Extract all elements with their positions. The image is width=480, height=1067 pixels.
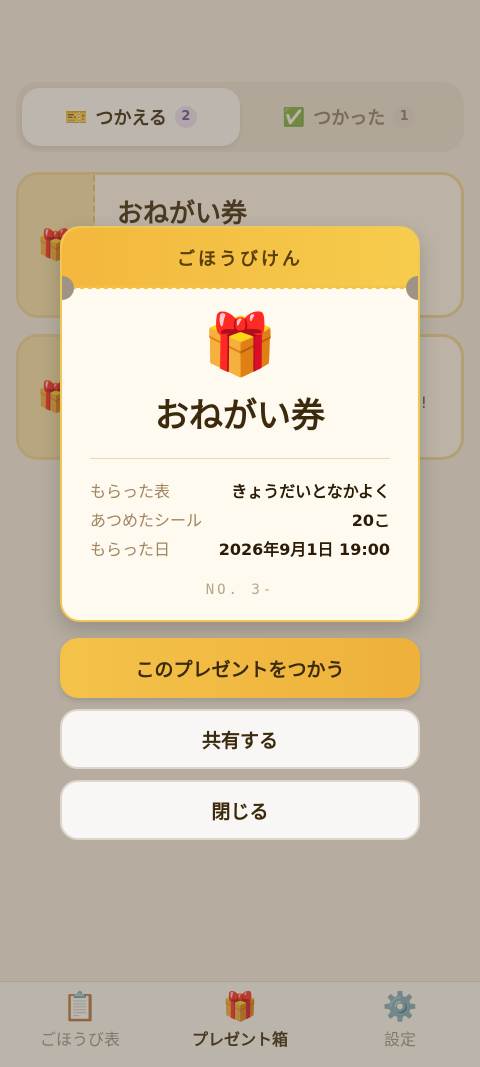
present-ticket-modal: ごほうびけん 🎁 おねがい券 もらった表 きょうだいとなかよく あつめたシール … xyxy=(60,226,420,622)
info-value: きょうだいとなかよく xyxy=(231,482,390,501)
info-label: もらった日 xyxy=(90,540,171,559)
info-label: あつめたシール xyxy=(90,511,203,530)
share-button[interactable]: 共有する xyxy=(60,709,420,769)
close-button[interactable]: 閉じる xyxy=(60,780,420,840)
info-row-date: もらった日 2026年9月1日 19:00 xyxy=(90,536,390,560)
ticket-title: おねがい券 xyxy=(155,396,325,436)
ticket-perforation xyxy=(62,286,418,292)
info-label: もらった表 xyxy=(90,482,171,501)
ticket-number: NO. 3- xyxy=(205,582,275,598)
ticket-notch-right xyxy=(406,276,418,300)
use-present-button[interactable]: このプレゼントをつかう xyxy=(60,638,420,698)
info-value: 20こ xyxy=(351,511,390,530)
gift-icon: 🎁 xyxy=(202,310,278,380)
info-row-stickers: あつめたシール 20こ xyxy=(90,507,390,531)
info-row-chart: もらった表 きょうだいとなかよく xyxy=(90,478,390,502)
ticket-header: ごほうびけん xyxy=(62,228,418,288)
ticket-divider xyxy=(90,458,390,459)
info-value: 2026年9月1日 19:00 xyxy=(218,540,390,559)
